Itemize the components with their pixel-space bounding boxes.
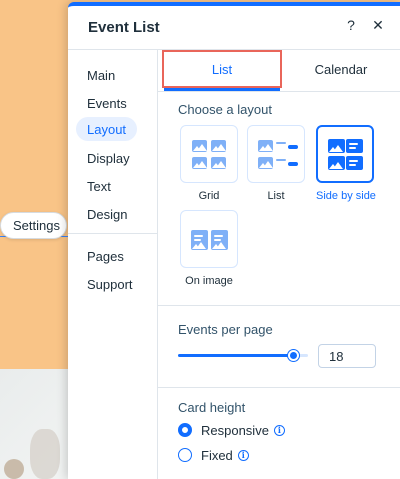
radio-label: Fixed [201,447,233,463]
card-height-title: Card height [178,400,246,415]
info-icon[interactable]: i [237,449,249,461]
card-height-option-responsive[interactable]: Responsive i [178,421,285,439]
events-per-page-slider-handle[interactable] [288,350,299,361]
layout-option-label: List [267,190,285,202]
choose-layout-title: Choose a layout [178,102,272,117]
sidebar-item-support[interactable]: Support [76,272,144,296]
panel-header: Event List ? ✕ [68,6,400,50]
sidebar-item-main[interactable]: Main [76,63,126,87]
sidebar-item-label: Main [87,67,116,83]
events-per-page-value: 18 [329,348,344,364]
sidebar-item-events[interactable]: Events [76,91,138,115]
photo-detail [4,459,24,479]
events-per-page-input[interactable]: 18 [318,344,376,368]
tab-list[interactable]: List [162,50,282,91]
sidebar-item-pages[interactable]: Pages [76,244,135,268]
tab-bar: List Calendar [158,50,400,92]
grid-layout-icon [180,125,238,183]
sidebar-item-label: Layout [87,121,127,137]
help-icon[interactable]: ? [344,17,358,35]
layout-option-list[interactable]: List [247,125,305,202]
info-icon[interactable]: i [273,424,285,436]
photo-detail [30,429,60,479]
settings-button-label: Settings [13,218,60,233]
sidebar-divider [68,233,158,234]
sidebar-item-text[interactable]: Text [76,174,122,198]
tab-calendar[interactable]: Calendar [282,50,400,88]
tab-label: Calendar [314,61,368,77]
sidebar-item-label: Pages [87,248,124,264]
layout-settings-content: List Calendar Choose a layout Grid List … [158,50,400,479]
sidebar-item-label: Text [87,178,111,194]
sidebar-item-label: Support [87,276,133,292]
events-per-page-title: Events per page [178,322,273,337]
radio-button-checked[interactable] [178,423,192,437]
panel-title: Event List [88,19,160,36]
layout-option-grid[interactable]: Grid [180,125,238,202]
events-per-page-slider-track[interactable] [178,354,306,357]
radio-label: Responsive [201,422,269,438]
on-image-layout-icon [180,210,238,268]
settings-sidebar: Main Events Layout Display Text Design P… [68,50,158,479]
layout-option-on-image[interactable]: On image [180,210,238,287]
sidebar-item-label: Display [87,150,130,166]
list-layout-icon [247,125,305,183]
close-icon[interactable]: ✕ [370,17,386,35]
sidebar-item-layout[interactable]: Layout [76,117,138,141]
layout-option-label: Grid [198,190,220,202]
layout-option-side-by-side[interactable]: Side by side [316,125,376,202]
event-list-settings-panel: Event List ? ✕ Main Events Layout Displa… [68,2,400,479]
card-height-option-fixed[interactable]: Fixed i [178,446,249,464]
sidebar-item-display[interactable]: Display [76,146,141,170]
side-by-side-layout-icon [316,125,374,183]
section-divider [158,387,400,388]
radio-button[interactable] [178,448,192,462]
layout-option-label: Side by side [316,190,376,202]
sidebar-item-design[interactable]: Design [76,202,138,226]
sidebar-item-label: Events [87,95,127,111]
tab-label: List [211,61,233,77]
layout-option-label: On image [185,275,233,287]
section-divider [158,305,400,306]
slider-remaining-track [298,354,308,357]
settings-button[interactable]: Settings [0,212,67,239]
sidebar-item-label: Design [87,206,128,222]
